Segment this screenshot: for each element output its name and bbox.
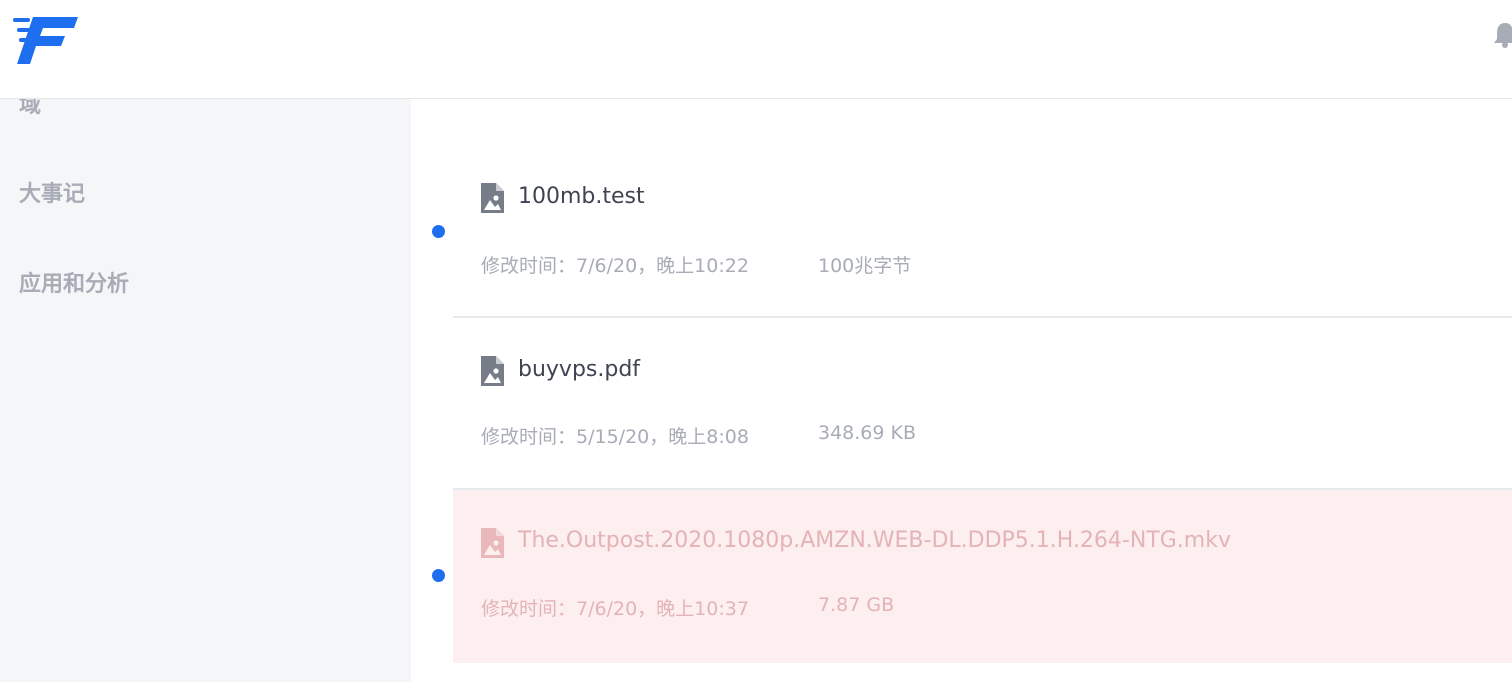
file-size: 7.87 GB	[818, 594, 895, 616]
sidebar-item-timeline[interactable]: 大事记	[19, 176, 85, 208]
unread-dot-indicator	[432, 225, 445, 238]
file-size: 100兆字节	[818, 255, 912, 277]
file-item[interactable]: 100mb.test 修改时间：7/6/20，晚上10:22 100兆字节	[453, 145, 1512, 316]
top-header	[0, 0, 1512, 99]
sidebar-item-apps-analytics[interactable]: 应用和分析	[19, 266, 129, 298]
unread-dot-indicator	[432, 569, 445, 582]
file-modified-time: 修改时间：7/6/20，晚上10:37	[481, 598, 749, 620]
bell-icon[interactable]	[1494, 20, 1512, 48]
file-size: 348.69 KB	[818, 422, 917, 444]
file-name[interactable]: The.Outpost.2020.1080p.AMZN.WEB-DL.DDP5.…	[518, 528, 1231, 553]
sidebar-nav: 域 大事记 应用和分析	[0, 99, 411, 682]
file-modified-time: 修改时间：7/6/20，晚上10:22	[481, 255, 749, 277]
file-modified-time: 修改时间：5/15/20，晚上8:08	[481, 426, 749, 448]
image-file-icon	[481, 356, 504, 386]
image-file-icon	[481, 183, 504, 213]
sidebar-item-domain[interactable]: 域	[19, 99, 41, 119]
file-item[interactable]: buyvps.pdf 修改时间：5/15/20，晚上8:08 348.69 KB	[453, 316, 1512, 489]
file-name[interactable]: 100mb.test	[518, 184, 645, 209]
file-item-highlighted[interactable]: The.Outpost.2020.1080p.AMZN.WEB-DL.DDP5.…	[453, 488, 1512, 663]
image-file-icon	[481, 528, 504, 558]
file-name[interactable]: buyvps.pdf	[518, 357, 640, 382]
file-list: 100mb.test 修改时间：7/6/20，晚上10:22 100兆字节 bu…	[411, 99, 1512, 682]
brand-logo[interactable]	[13, 16, 79, 66]
